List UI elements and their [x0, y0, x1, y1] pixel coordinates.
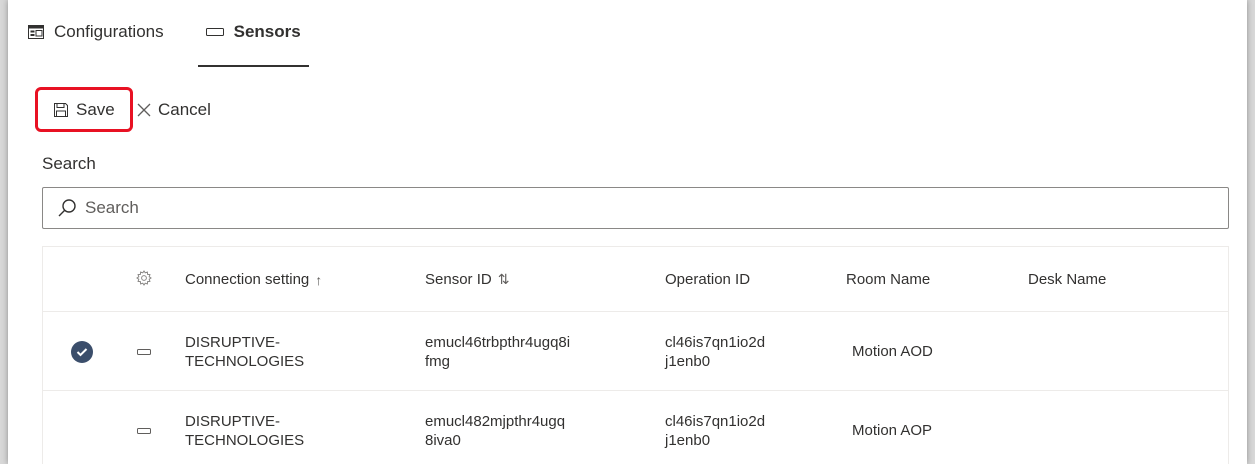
- room-name-cell: Motion AOD: [852, 343, 933, 360]
- save-icon: [53, 102, 69, 118]
- operation-id-cell: cl46is7qn1io2d j1enb0: [665, 391, 825, 464]
- cell-line: DISRUPTIVE-: [185, 412, 281, 430]
- connection-setting-cell: DISRUPTIVE- TECHNOLOGIES: [185, 312, 385, 391]
- search-icon: [57, 198, 77, 218]
- grid-header: Connection setting ↑ Sensor ID ⇅ Operati…: [43, 247, 1228, 312]
- cancel-button-label: Cancel: [158, 100, 211, 119]
- cancel-button[interactable]: Cancel: [136, 98, 211, 122]
- table-row[interactable]: DISRUPTIVE- TECHNOLOGIES emucl482mjpthr4…: [43, 391, 1228, 464]
- sensors-panel: Configurations Sensors Save Cancel Searc…: [8, 0, 1247, 464]
- column-header-label: Connection setting: [185, 271, 310, 288]
- desk-name-cell: [1028, 391, 1188, 464]
- save-button-label: Save: [76, 99, 115, 119]
- cell-line: cl46is7qn1io2d: [665, 333, 766, 351]
- row-select-checkbox[interactable]: [67, 312, 97, 391]
- tab-configurations-label: Configurations: [54, 22, 164, 41]
- column-header-label: Desk Name: [1028, 271, 1107, 288]
- tab-sensors[interactable]: Sensors: [197, 0, 309, 67]
- row-select-checkbox[interactable]: [67, 391, 97, 464]
- sort-icon: ⇅: [497, 271, 510, 287]
- configurations-icon: [28, 25, 44, 39]
- search-input[interactable]: [85, 198, 1185, 218]
- column-header-sensor-id[interactable]: Sensor ID ⇅: [425, 247, 635, 312]
- cell-line: TECHNOLOGIES: [185, 431, 305, 449]
- gear-icon: [136, 269, 152, 290]
- column-header-label: Sensor ID: [425, 271, 492, 288]
- tab-bar: Configurations Sensors: [24, 0, 309, 70]
- column-header-label: Room Name: [846, 271, 931, 288]
- search-label: Search: [42, 154, 96, 173]
- column-header-label: Operation ID: [665, 271, 751, 288]
- room-name-cell: Motion AOP: [852, 422, 933, 439]
- cell-line: DISRUPTIVE-: [185, 333, 281, 351]
- sort-ascending-icon: ↑: [315, 271, 323, 288]
- cell-line: 8iva0: [425, 431, 461, 449]
- connection-setting-cell: DISRUPTIVE- TECHNOLOGIES: [185, 391, 385, 464]
- cell-line: emucl482mjpthr4ugq: [425, 412, 566, 430]
- sensor-icon: [129, 312, 159, 391]
- checkmark-icon: [71, 340, 93, 363]
- cell-line: j1enb0: [665, 352, 711, 370]
- column-header-desk-name[interactable]: Desk Name: [1028, 247, 1188, 312]
- sensors-grid: Connection setting ↑ Sensor ID ⇅ Operati…: [42, 246, 1229, 464]
- cell-line: emucl46trbpthr4ugq8i: [425, 333, 571, 351]
- sensor-id-cell: emucl46trbpthr4ugq8i fmg: [425, 312, 635, 391]
- cell-line: TECHNOLOGIES: [185, 352, 305, 370]
- table-row[interactable]: DISRUPTIVE- TECHNOLOGIES emucl46trbpthr4…: [43, 312, 1228, 391]
- column-header-room-name[interactable]: Room Name: [846, 247, 1006, 312]
- tab-sensors-label: Sensors: [233, 22, 301, 41]
- column-header-connection-setting[interactable]: Connection setting ↑: [185, 247, 385, 312]
- cell-line: cl46is7qn1io2d: [665, 412, 766, 430]
- sensor-icon: [205, 28, 224, 36]
- save-button[interactable]: Save: [35, 87, 133, 132]
- sensor-id-cell: emucl482mjpthr4ugq 8iva0: [425, 391, 635, 464]
- column-header-operation-id[interactable]: Operation ID: [665, 247, 825, 312]
- operation-id-cell: cl46is7qn1io2d j1enb0: [665, 312, 825, 391]
- desk-name-cell: [1028, 312, 1188, 391]
- cell-line: fmg: [425, 352, 451, 370]
- sensor-icon: [129, 391, 159, 464]
- close-icon: [136, 102, 152, 118]
- search-field[interactable]: [42, 187, 1229, 229]
- tab-configurations[interactable]: Configurations: [24, 0, 172, 64]
- column-settings-button[interactable]: [129, 247, 159, 312]
- cell-line: j1enb0: [665, 431, 711, 449]
